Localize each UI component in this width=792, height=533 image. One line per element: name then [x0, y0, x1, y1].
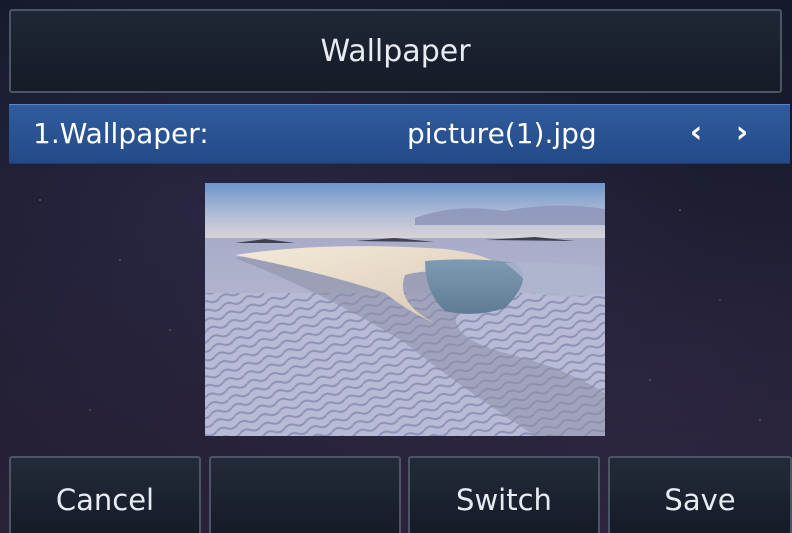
phone-screen: Wallpaper 1.Wallpaper: picture(1).jpg ‹ … [0, 0, 792, 533]
wallpaper-preview-image [205, 183, 605, 436]
chevron-right-icon[interactable]: › [727, 115, 757, 150]
switch-button[interactable]: Switch [408, 456, 600, 533]
title-bar: Wallpaper [9, 9, 782, 93]
empty-softkey[interactable] [209, 456, 401, 533]
wallpaper-setting-row[interactable]: 1.Wallpaper: picture(1).jpg ‹ › [9, 104, 790, 164]
setting-label: 1.Wallpaper: [33, 117, 209, 150]
softkey-bar: Cancel Switch Save [0, 456, 792, 533]
chevron-left-icon[interactable]: ‹ [681, 115, 711, 150]
cancel-button[interactable]: Cancel [9, 456, 201, 533]
setting-value: picture(1).jpg [407, 117, 597, 150]
page-title: Wallpaper [320, 33, 471, 69]
save-button[interactable]: Save [608, 456, 792, 533]
